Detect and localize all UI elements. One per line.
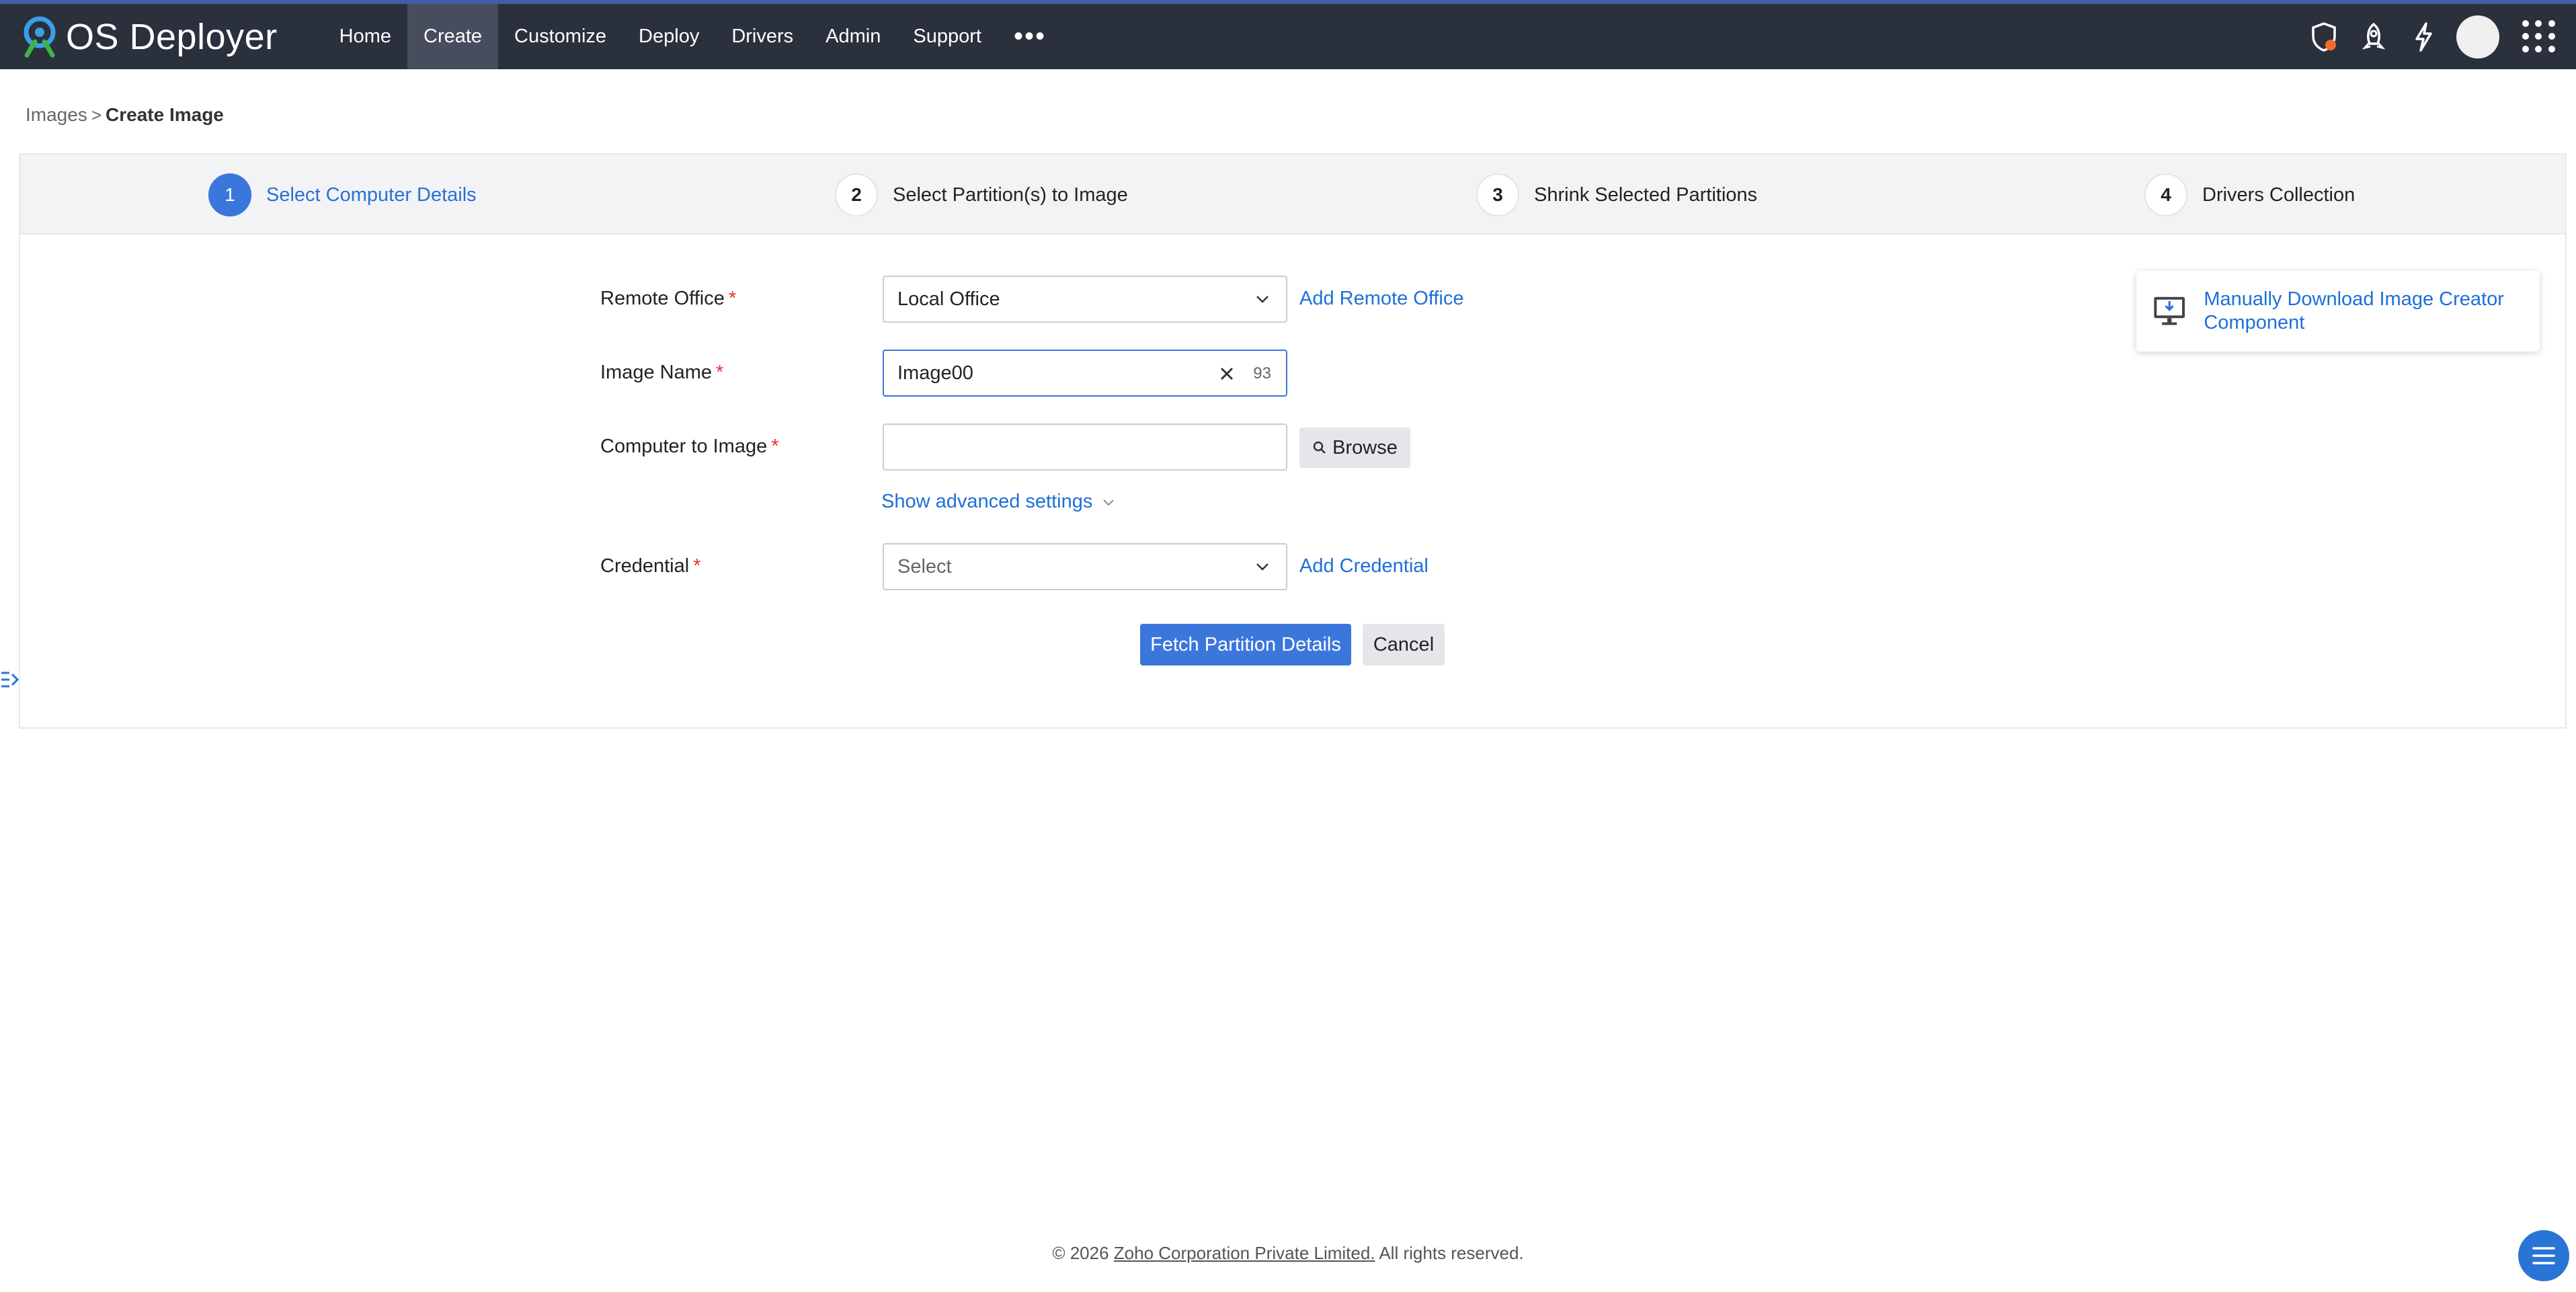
step-label: Select Computer Details <box>266 184 477 206</box>
advanced-settings-label: Show advanced settings <box>881 491 1093 512</box>
footer-copyright: © 2026 <box>1052 1243 1109 1263</box>
security-shield-icon[interactable] <box>2308 22 2339 52</box>
nav-customize[interactable]: Customize <box>498 4 622 69</box>
os-deployer-logo-icon <box>24 16 56 57</box>
nav-support[interactable]: Support <box>897 4 998 69</box>
help-menu-button[interactable] <box>2518 1230 2569 1281</box>
step-number: 4 <box>2144 173 2187 216</box>
step-number: 3 <box>1476 173 1519 216</box>
header-actions <box>2290 4 2556 69</box>
footer: © 2026 Zoho Corporation Private Limited.… <box>0 1243 2576 1264</box>
breadcrumb-images-link[interactable]: Images <box>26 104 87 126</box>
clear-input-icon[interactable] <box>1217 364 1236 383</box>
image-name-label: Image Name * <box>600 362 724 383</box>
credential-placeholder: Select <box>897 555 952 577</box>
manual-download-card[interactable]: Manually Download Image Creator Componen… <box>2136 271 2540 352</box>
remote-office-label: Remote Office * <box>600 288 737 309</box>
nav-deploy[interactable]: Deploy <box>622 4 715 69</box>
chevron-down-icon <box>1256 296 1269 303</box>
breadcrumb: Images > Create Image <box>26 104 224 126</box>
show-advanced-settings-link[interactable]: Show advanced settings <box>881 491 1115 513</box>
apps-grid-icon[interactable] <box>2522 19 2556 54</box>
search-icon <box>1313 441 1326 454</box>
image-name-input[interactable]: Image00 93 <box>883 350 1287 397</box>
character-counter: 93 <box>1253 364 1271 382</box>
remote-office-select[interactable]: Local Office <box>883 276 1287 323</box>
breadcrumb-separator: > <box>91 104 102 125</box>
wizard-stepper: 1 Select Computer Details 2 Select Parti… <box>20 155 2565 235</box>
lightning-icon[interactable] <box>2408 22 2439 52</box>
monitor-download-icon <box>2154 296 2185 325</box>
footer-company-link[interactable]: Zoho Corporation Private Limited. <box>1114 1243 1375 1263</box>
user-avatar[interactable] <box>2456 15 2499 58</box>
step-shrink-partitions[interactable]: 3 Shrink Selected Partitions <box>1476 173 1757 216</box>
remote-office-value: Local Office <box>897 288 1000 310</box>
step-label: Select Partition(s) to Image <box>893 184 1128 206</box>
add-remote-office-link[interactable]: Add Remote Office <box>1299 288 1463 310</box>
sidebar-expand-icon[interactable] <box>0 668 20 692</box>
step-number: 2 <box>835 173 878 216</box>
brand[interactable]: OS Deployer <box>17 4 278 69</box>
nav-create[interactable]: Create <box>407 4 499 69</box>
breadcrumb-current: Create Image <box>106 104 224 125</box>
step-select-partitions[interactable]: 2 Select Partition(s) to Image <box>835 173 1128 216</box>
step-drivers-collection[interactable]: 4 Drivers Collection <box>2144 173 2355 216</box>
credential-label: Credential * <box>600 555 701 577</box>
computer-to-image-label: Computer to Image * <box>600 436 779 457</box>
rocket-icon[interactable] <box>2358 22 2389 52</box>
manual-download-text: Manually Download Image Creator Componen… <box>2204 288 2504 333</box>
nav-admin[interactable]: Admin <box>809 4 897 69</box>
credential-select[interactable]: Select <box>883 543 1287 590</box>
nav-more-icon[interactable]: ••• <box>998 4 1062 69</box>
cancel-button[interactable]: Cancel <box>1363 624 1445 665</box>
top-navigation-bar: OS Deployer Home Create Customize Deploy… <box>0 0 2576 69</box>
step-number: 1 <box>208 173 251 216</box>
nav-home[interactable]: Home <box>323 4 407 69</box>
fetch-partition-details-button[interactable]: Fetch Partition Details <box>1140 624 1351 665</box>
computer-to-image-input[interactable] <box>883 423 1287 471</box>
step-select-computer-details[interactable]: 1 Select Computer Details <box>208 173 477 216</box>
footer-rights: All rights reserved. <box>1379 1243 1524 1263</box>
image-name-value: Image00 <box>897 362 973 384</box>
browse-button[interactable]: Browse <box>1299 428 1410 468</box>
brand-name: OS Deployer <box>66 16 278 57</box>
chevron-down-icon <box>1256 563 1269 571</box>
step-label: Shrink Selected Partitions <box>1534 184 1758 206</box>
chevron-down-icon <box>1103 499 1115 506</box>
main-nav: Home Create Customize Deploy Drivers Adm… <box>323 4 1062 69</box>
nav-drivers[interactable]: Drivers <box>715 4 809 69</box>
browse-label: Browse <box>1332 436 1398 458</box>
step-label: Drivers Collection <box>2202 184 2356 206</box>
menu-lines-icon <box>2532 1247 2555 1264</box>
add-credential-link[interactable]: Add Credential <box>1299 555 1428 577</box>
